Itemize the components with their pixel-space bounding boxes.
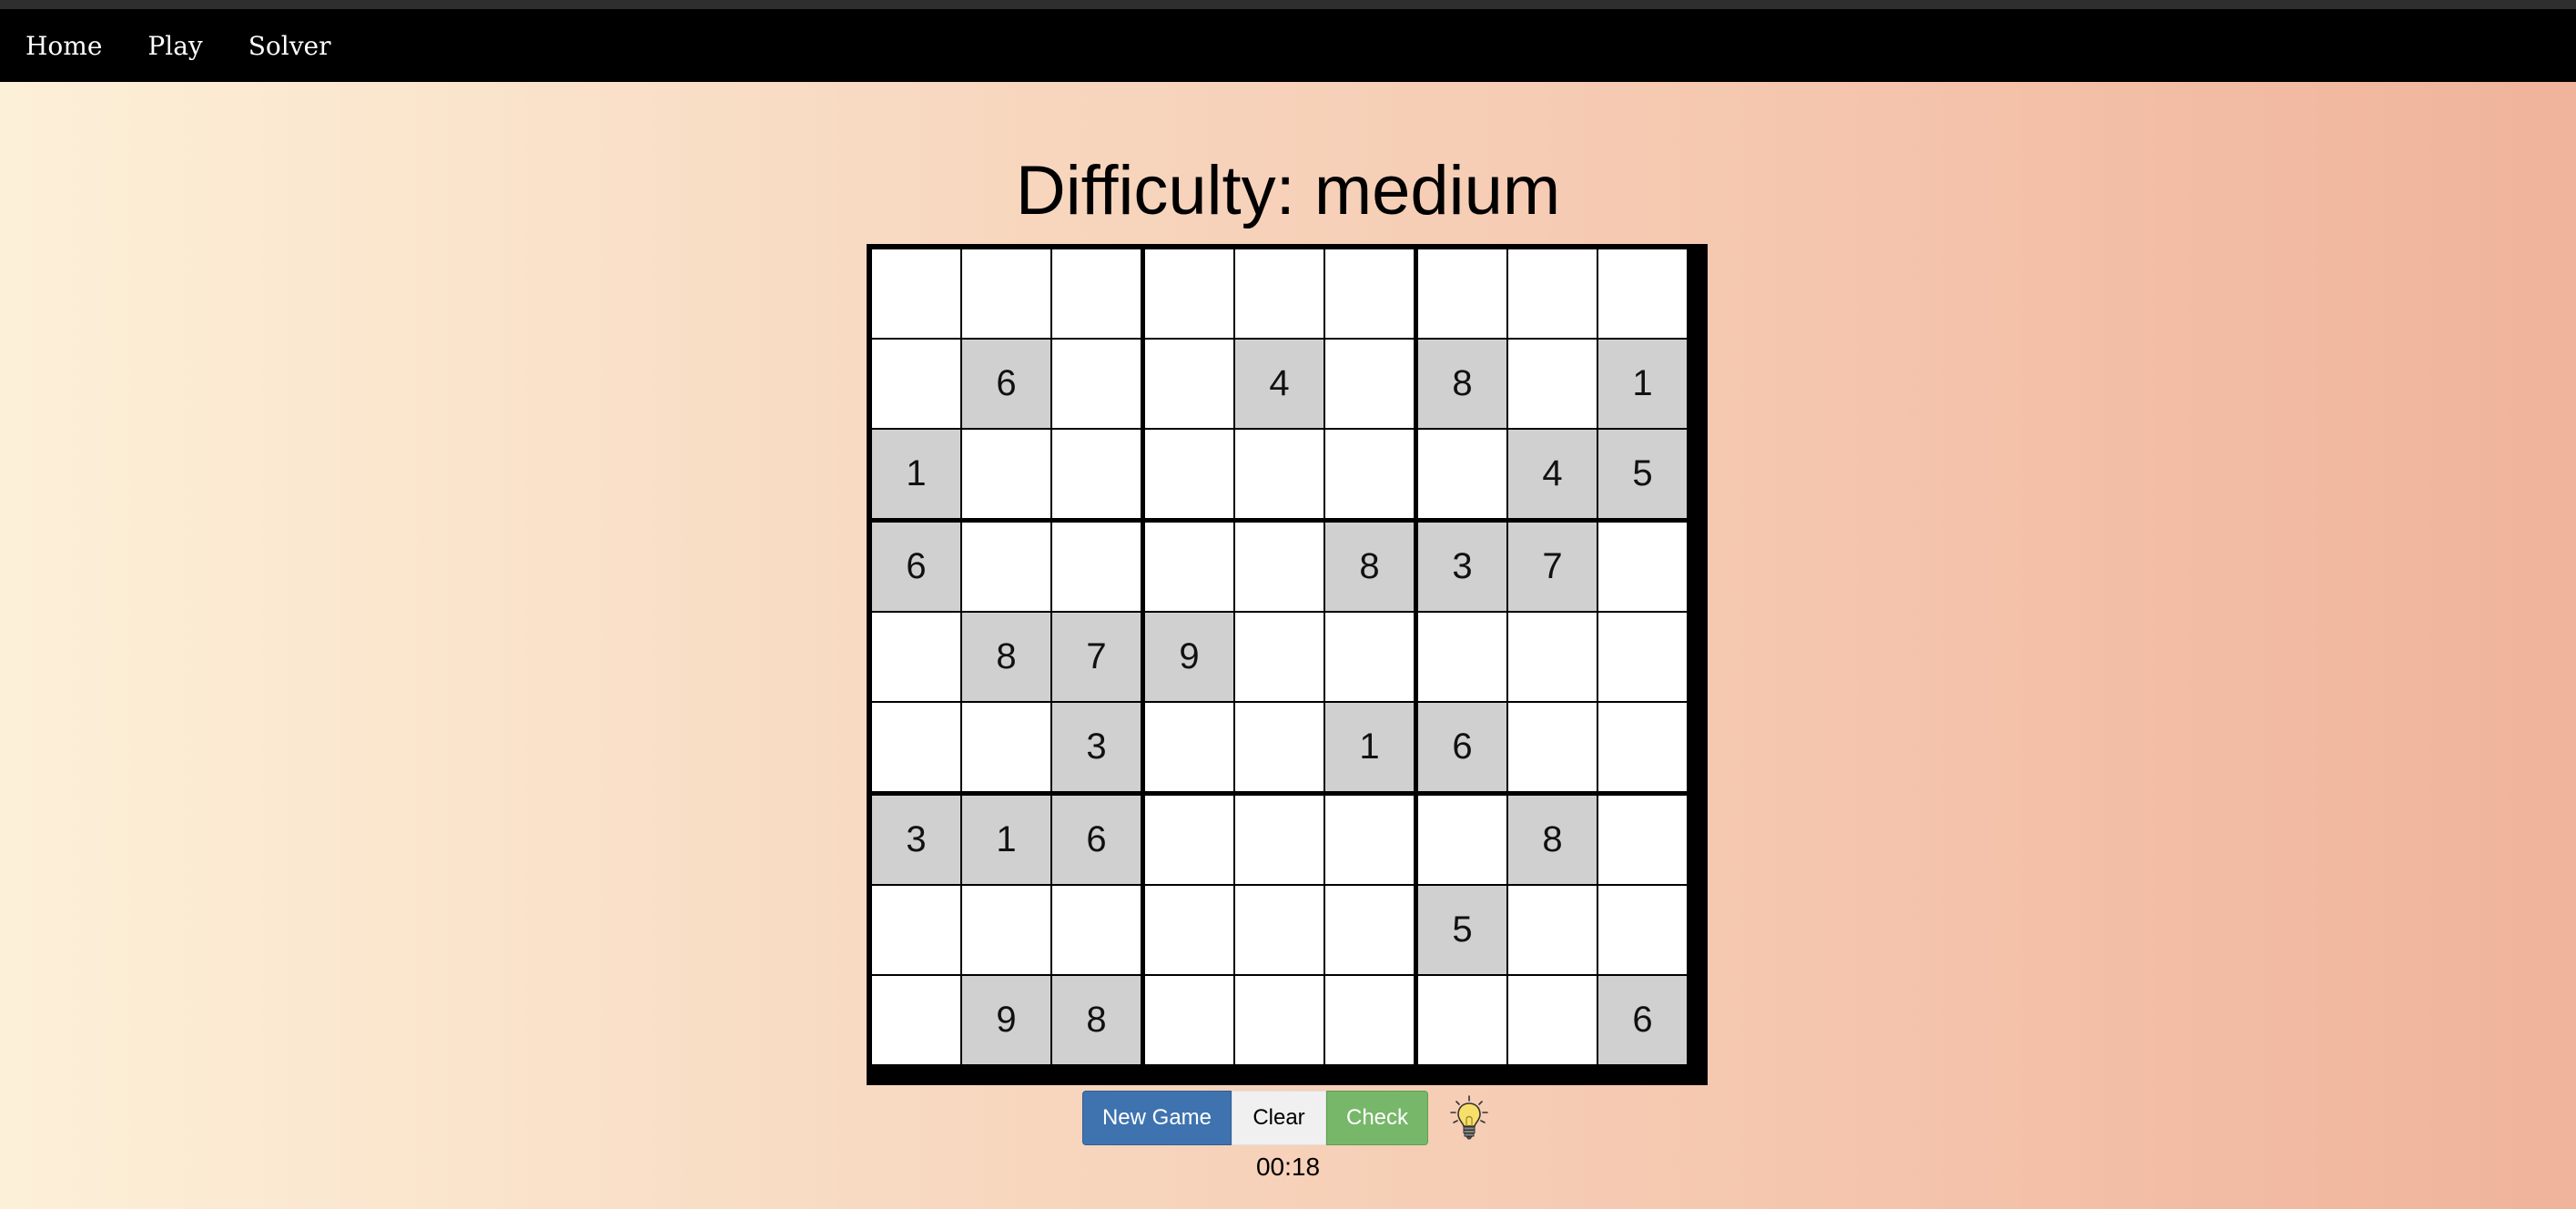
sudoku-cell[interactable] xyxy=(1418,613,1506,701)
sudoku-cell[interactable] xyxy=(1418,430,1506,518)
sudoku-cell[interactable] xyxy=(1145,976,1233,1064)
sudoku-cell[interactable]: 3 xyxy=(1052,703,1141,791)
sudoku-cell[interactable] xyxy=(1508,976,1597,1064)
sudoku-cell[interactable] xyxy=(1418,249,1506,338)
sudoku-cell[interactable] xyxy=(1052,249,1141,338)
sudoku-cell[interactable] xyxy=(1052,430,1141,518)
sudoku-cell[interactable] xyxy=(1598,796,1687,884)
sudoku-cell[interactable] xyxy=(1325,886,1414,974)
sudoku-cell[interactable] xyxy=(1235,976,1323,1064)
sudoku-cell[interactable]: 9 xyxy=(962,976,1050,1064)
sudoku-cell[interactable] xyxy=(1508,886,1597,974)
sudoku-cell[interactable] xyxy=(1145,703,1233,791)
sudoku-cell[interactable] xyxy=(1325,976,1414,1064)
sudoku-cell[interactable]: 7 xyxy=(1052,613,1141,701)
sudoku-cell[interactable] xyxy=(1052,523,1141,611)
sudoku-cell[interactable]: 6 xyxy=(962,340,1050,428)
sudoku-cell[interactable]: 7 xyxy=(1508,523,1597,611)
sudoku-cell[interactable] xyxy=(1325,249,1414,338)
game-timer: 00:18 xyxy=(1255,1153,1321,1181)
sudoku-cell[interactable] xyxy=(1325,796,1414,884)
sudoku-cell[interactable] xyxy=(1508,613,1597,701)
sudoku-cell[interactable] xyxy=(1145,249,1233,338)
lightbulb-icon[interactable] xyxy=(1445,1091,1494,1145)
sudoku-cell[interactable] xyxy=(872,976,960,1064)
sudoku-cell[interactable] xyxy=(1508,703,1597,791)
sudoku-cell[interactable]: 8 xyxy=(1325,523,1414,611)
sudoku-cell[interactable]: 8 xyxy=(1052,976,1141,1064)
window-top-strip xyxy=(0,0,2576,9)
sudoku-cell[interactable] xyxy=(1235,523,1323,611)
sudoku-cell[interactable] xyxy=(1235,886,1323,974)
sudoku-cell[interactable] xyxy=(1235,430,1323,518)
sudoku-cell[interactable] xyxy=(1418,976,1506,1064)
sudoku-cell[interactable]: 5 xyxy=(1418,886,1506,974)
sudoku-cell[interactable] xyxy=(1235,703,1323,791)
sudoku-cell[interactable] xyxy=(962,886,1050,974)
sudoku-cell[interactable] xyxy=(1235,249,1323,338)
sudoku-cell[interactable]: 6 xyxy=(1052,796,1141,884)
sudoku-cell[interactable]: 8 xyxy=(1418,340,1506,428)
sudoku-cell[interactable]: 1 xyxy=(872,430,960,518)
sudoku-cell[interactable] xyxy=(962,523,1050,611)
nav-home-link[interactable]: Home xyxy=(25,31,102,61)
sudoku-cell[interactable] xyxy=(1598,613,1687,701)
sudoku-cell[interactable]: 1 xyxy=(1598,340,1687,428)
top-navbar: Home Play Solver xyxy=(0,9,2576,82)
sudoku-cell[interactable] xyxy=(1145,796,1233,884)
sudoku-cell[interactable] xyxy=(1325,613,1414,701)
sudoku-cell[interactable] xyxy=(1145,523,1233,611)
sudoku-cell[interactable]: 3 xyxy=(872,796,960,884)
sudoku-cell[interactable]: 4 xyxy=(1508,430,1597,518)
sudoku-cell[interactable] xyxy=(1598,886,1687,974)
nav-solver-link[interactable]: Solver xyxy=(248,31,331,61)
sudoku-cell[interactable]: 1 xyxy=(962,796,1050,884)
sudoku-cell[interactable] xyxy=(1325,340,1414,428)
sudoku-cell[interactable]: 5 xyxy=(1598,430,1687,518)
game-controls: New Game Clear Check xyxy=(0,1091,2576,1145)
new-game-button[interactable]: New Game xyxy=(1082,1091,1232,1145)
sudoku-cell[interactable] xyxy=(1235,796,1323,884)
sudoku-cell[interactable] xyxy=(1598,703,1687,791)
sudoku-cell[interactable] xyxy=(1145,886,1233,974)
difficulty-title: Difficulty: medium xyxy=(1015,152,1561,229)
sudoku-cell[interactable] xyxy=(1598,523,1687,611)
sudoku-cell[interactable] xyxy=(872,703,960,791)
sudoku-cell[interactable] xyxy=(1508,249,1597,338)
sudoku-cell[interactable]: 9 xyxy=(1145,613,1233,701)
sudoku-cell[interactable] xyxy=(1508,340,1597,428)
sudoku-cell[interactable]: 6 xyxy=(1598,976,1687,1064)
clear-button[interactable]: Clear xyxy=(1232,1091,1326,1145)
sudoku-cell[interactable] xyxy=(1052,340,1141,428)
sudoku-cell[interactable] xyxy=(872,886,960,974)
sudoku-cell[interactable] xyxy=(1145,340,1233,428)
sudoku-cell[interactable]: 8 xyxy=(1508,796,1597,884)
sudoku-cell[interactable]: 4 xyxy=(1235,340,1323,428)
sudoku-cell[interactable] xyxy=(962,249,1050,338)
sudoku-cell[interactable] xyxy=(872,249,960,338)
sudoku-cell[interactable]: 8 xyxy=(962,613,1050,701)
sudoku-board: 6481145683787931631685986 xyxy=(867,244,1708,1085)
sudoku-cell[interactable] xyxy=(872,340,960,428)
sudoku-cell[interactable]: 1 xyxy=(1325,703,1414,791)
sudoku-cell[interactable] xyxy=(1598,249,1687,338)
sudoku-cell[interactable] xyxy=(1325,430,1414,518)
sudoku-cell[interactable] xyxy=(1052,886,1141,974)
sudoku-cell[interactable] xyxy=(962,430,1050,518)
sudoku-cell[interactable]: 6 xyxy=(872,523,960,611)
sudoku-cell[interactable]: 3 xyxy=(1418,523,1506,611)
sudoku-cell[interactable] xyxy=(872,613,960,701)
sudoku-cell[interactable] xyxy=(1145,430,1233,518)
sudoku-cell[interactable] xyxy=(1418,796,1506,884)
sudoku-cell[interactable] xyxy=(1235,613,1323,701)
check-button[interactable]: Check xyxy=(1326,1091,1428,1145)
sudoku-cell[interactable] xyxy=(962,703,1050,791)
nav-play-link[interactable]: Play xyxy=(147,31,202,61)
sudoku-cell[interactable]: 6 xyxy=(1418,703,1506,791)
